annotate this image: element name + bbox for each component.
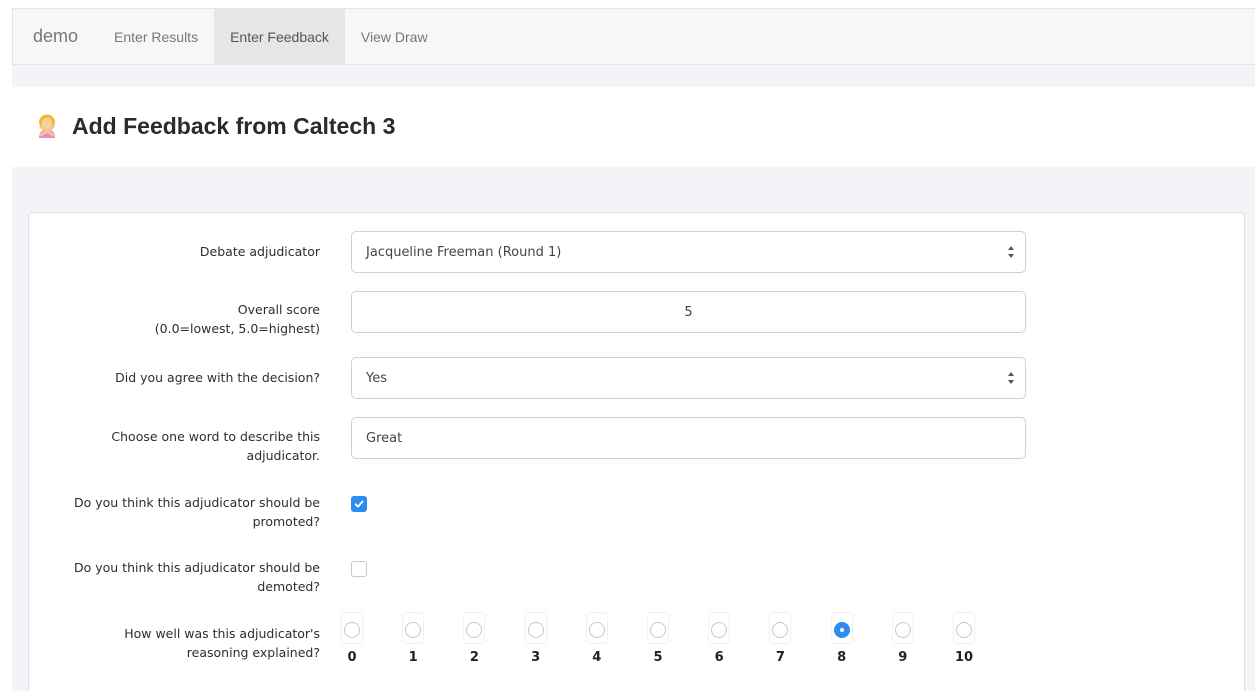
reasoning-option-9[interactable]: 9 <box>888 612 918 665</box>
reasoning-radio-3[interactable] <box>527 622 544 638</box>
adjudicator-select-value: Jacqueline Freeman (Round 1) <box>366 244 562 260</box>
one-word-input[interactable]: Great <box>351 417 1026 459</box>
one-word-label-line1: Choose one word to describe this <box>111 429 320 444</box>
reasoning-option-1[interactable]: 1 <box>398 612 428 665</box>
reasoning-label-line1: How well was this adjudicator's <box>124 626 320 641</box>
nav-brand[interactable]: demo <box>13 9 98 64</box>
adjudicator-label-text: Debate adjudicator <box>199 244 320 259</box>
reasoning-option-6[interactable]: 6 <box>704 612 734 665</box>
demoted-checkbox[interactable] <box>351 561 367 577</box>
one-word-label-line2: adjudicator. <box>246 448 320 463</box>
demoted-label-line2: demoted? <box>257 579 320 594</box>
agree-label: Did you agree with the decision? <box>30 368 320 387</box>
reasoning-option-8[interactable]: 8 <box>827 612 857 665</box>
reasoning-option-10[interactable]: 10 <box>949 612 979 665</box>
page-title: Add Feedback from Caltech 3 <box>72 112 396 139</box>
one-word-label: Choose one word to describe this adjudic… <box>30 427 320 465</box>
reasoning-option-2[interactable]: 2 <box>459 612 489 665</box>
reasoning-option-label: 8 <box>837 650 847 665</box>
reasoning-option-label: 6 <box>714 650 724 665</box>
reasoning-option-7[interactable]: 7 <box>765 612 795 665</box>
nav-item-enter-results[interactable]: Enter Results <box>98 9 214 64</box>
reasoning-option-label: 7 <box>775 650 785 665</box>
overall-score-label: Overall score (0.0=lowest, 5.0=highest) <box>30 300 320 338</box>
reasoning-option-label: 4 <box>592 650 602 665</box>
promoted-label: Do you think this adjudicator should be … <box>30 493 320 531</box>
overall-score-input[interactable]: 5 <box>351 291 1026 333</box>
overall-score-value: 5 <box>684 304 693 320</box>
reasoning-option-label: 9 <box>898 650 908 665</box>
select-arrows-icon <box>1008 372 1014 384</box>
nav-item-view-draw[interactable]: View Draw <box>345 9 444 64</box>
reasoning-option-label: 2 <box>469 650 479 665</box>
reasoning-option-label: 1 <box>408 650 418 665</box>
demoted-label: Do you think this adjudicator should be … <box>30 558 320 596</box>
reasoning-radio-0[interactable] <box>344 622 360 638</box>
overall-score-label-line1: Overall score <box>237 302 320 317</box>
reasoning-radio-group: 0 1 2 3 4 5 6 7 8 9 10 <box>337 612 1017 674</box>
woman-gesturing-no-icon <box>39 114 55 138</box>
adjudicator-select[interactable]: Jacqueline Freeman (Round 1) <box>351 231 1026 273</box>
reasoning-option-5[interactable]: 5 <box>643 612 673 665</box>
navbar: demo Enter Results Enter Feedback View D… <box>12 8 1255 65</box>
reasoning-label-line2: reasoning explained? <box>186 645 320 660</box>
demoted-label-line1: Do you think this adjudicator should be <box>73 560 320 575</box>
promoted-checkbox[interactable] <box>351 496 367 512</box>
agree-select[interactable]: Yes <box>351 357 1026 399</box>
adjudicator-label: Debate adjudicator <box>30 242 320 261</box>
navbar-under-band <box>12 65 1255 87</box>
agree-label-text: Did you agree with the decision? <box>115 370 320 385</box>
reasoning-option-label: 10 <box>954 650 974 665</box>
reasoning-radio-5[interactable] <box>650 622 666 638</box>
page-heading: Add Feedback from Caltech 3 <box>36 110 395 142</box>
promoted-label-line2: promoted? <box>252 514 320 529</box>
reasoning-option-label: 3 <box>531 650 541 665</box>
overall-score-label-line2: (0.0=lowest, 5.0=highest) <box>154 321 320 336</box>
reasoning-option-label: 0 <box>347 650 357 665</box>
checkmark-icon <box>354 500 364 508</box>
reasoning-label: How well was this adjudicator's reasonin… <box>30 624 320 662</box>
reasoning-radio-8[interactable] <box>833 622 850 638</box>
reasoning-option-label: 5 <box>653 650 663 665</box>
reasoning-option-3[interactable]: 3 <box>521 612 551 665</box>
agree-select-value: Yes <box>366 370 387 386</box>
one-word-value: Great <box>366 430 403 446</box>
reasoning-radio-4[interactable] <box>588 622 605 638</box>
reasoning-option-4[interactable]: 4 <box>582 612 612 665</box>
select-arrows-icon <box>1008 246 1014 258</box>
nav-item-enter-feedback[interactable]: Enter Feedback <box>214 9 345 64</box>
reasoning-radio-10[interactable] <box>956 622 972 638</box>
reasoning-radio-9[interactable] <box>894 622 911 638</box>
promoted-label-line1: Do you think this adjudicator should be <box>73 495 320 510</box>
reasoning-option-0[interactable]: 0 <box>337 612 367 665</box>
